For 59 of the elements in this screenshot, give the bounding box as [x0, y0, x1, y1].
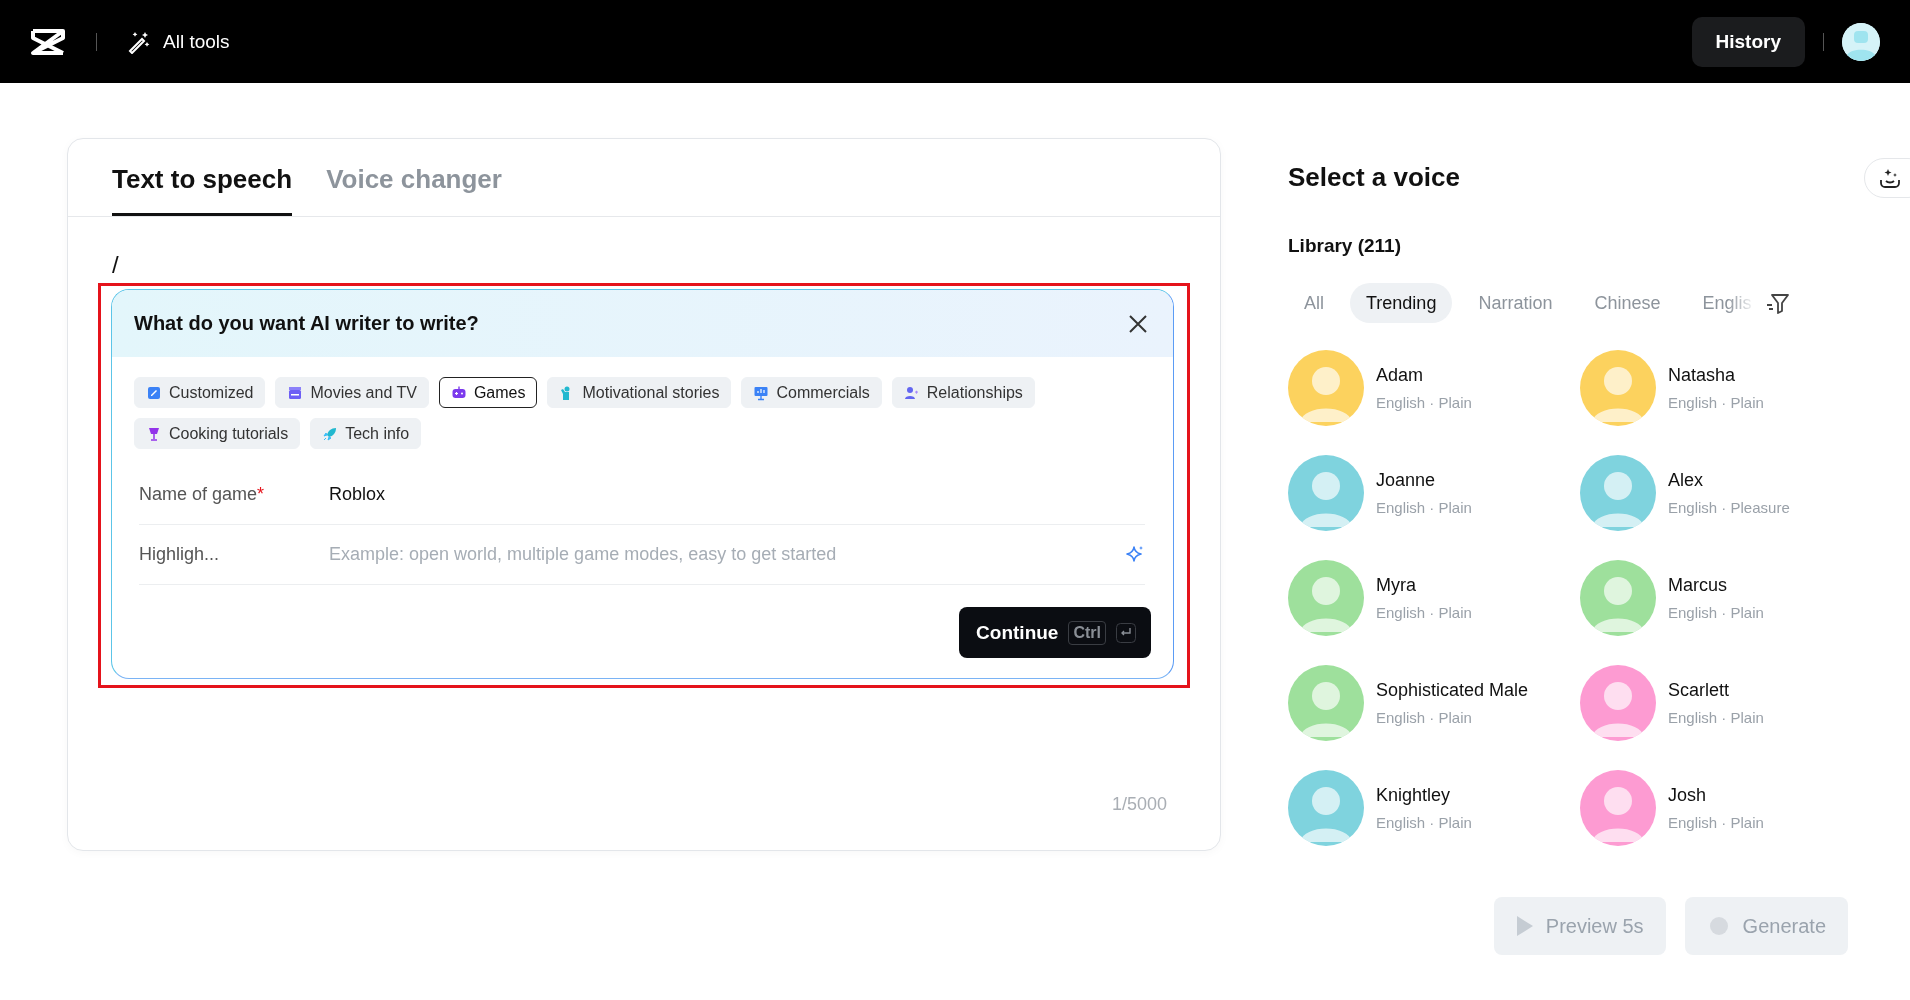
all-tools-button[interactable]: All tools [127, 29, 230, 54]
field-label: Highligh... [139, 544, 221, 565]
note-icon [146, 384, 162, 401]
text-field[interactable]: Example: open world, multiple game modes, easy to get started [329, 538, 1125, 571]
voice-details: English · Plain [1376, 708, 1473, 726]
panel-title: Select a voice [1288, 162, 1460, 193]
voice-details: English · Plain [1376, 813, 1472, 831]
category-chip[interactable]: Commercials [741, 377, 882, 408]
voice-name: Joanne [1376, 469, 1437, 491]
clapper-icon [287, 384, 304, 401]
voice-details: English · Plain [1376, 393, 1472, 411]
tab[interactable]: Text to speech [112, 139, 293, 216]
panel-title: What do you want AI writer to write? [134, 312, 479, 335]
voice-details: English · Plain [1376, 603, 1472, 621]
cup-icon [146, 425, 162, 442]
voice-name: Knightley [1376, 784, 1452, 806]
voice-details: English · Pleasure [1668, 498, 1790, 516]
voice-details: English · Plain [1668, 813, 1764, 831]
category-chip[interactable]: Movies and TV [275, 377, 429, 408]
filter-tab[interactable]: Trending [1350, 283, 1453, 323]
play-icon [1515, 915, 1534, 937]
voice-name: Alex [1668, 469, 1704, 491]
category-chip[interactable]: Customized [134, 377, 266, 408]
category-chip[interactable]: Cooking tutorials [134, 418, 301, 449]
voice-name: Sophisticated Male [1376, 679, 1529, 701]
avatar-icon[interactable] [1842, 22, 1880, 61]
rocket-icon [322, 425, 339, 442]
voice-details: English · Plain [1668, 603, 1764, 621]
voice-name: Natasha [1668, 364, 1737, 386]
character-count: 1/5000 [1111, 794, 1168, 816]
category-chip[interactable]: Relationships [891, 377, 1035, 408]
screen-icon [753, 384, 770, 401]
close-icon[interactable] [1127, 312, 1149, 335]
voice-name: Marcus [1668, 574, 1728, 596]
voice-name: Adam [1376, 364, 1425, 386]
people-icon [903, 384, 920, 401]
voice-details: English · Plain [1668, 393, 1764, 411]
history-button[interactable]: History [1691, 16, 1805, 67]
category-chip[interactable]: Tech info [310, 418, 422, 449]
logo-icon[interactable] [30, 27, 66, 56]
sparkle-tray-icon [1879, 167, 1901, 189]
shortcut-key: Ctrl [1068, 620, 1106, 645]
voice-name: Scarlett [1668, 679, 1731, 701]
gamepad-icon [450, 384, 467, 401]
continue-button[interactable]: Continue Ctrl [959, 607, 1151, 658]
enter-key-icon [1116, 622, 1136, 643]
text-field[interactable]: Roblox [329, 478, 1145, 511]
voice-details: English · Plain [1668, 708, 1764, 726]
voice-details: English · Plain [1376, 498, 1472, 516]
category-chip[interactable]: Motivational stories [547, 377, 732, 408]
sparkle-icon[interactable] [1125, 544, 1145, 565]
voice-name: Josh [1668, 784, 1708, 806]
field-label: Name of game* [139, 484, 266, 505]
category-chip[interactable]: Games [438, 377, 538, 408]
filter-icon[interactable] [1765, 291, 1790, 315]
library-heading: Library (211) [1288, 235, 1401, 257]
editor-text[interactable]: / [112, 251, 119, 281]
voice-name: Myra [1376, 574, 1417, 596]
add-voice-button[interactable] [1864, 158, 1910, 198]
